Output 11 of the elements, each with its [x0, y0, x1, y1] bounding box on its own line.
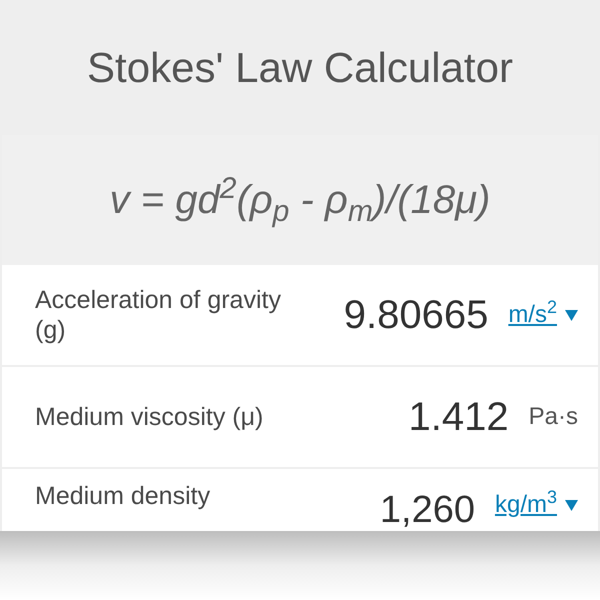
unit-label: Pa·s — [528, 405, 578, 429]
value-field[interactable]: 1,260 — [290, 491, 475, 529]
formula: v = gd$^{2}$(ρ$_{p}$ - ρ$_{m}$)/(18μ) — [110, 171, 490, 230]
value-field[interactable]: 9.80665 — [290, 295, 488, 335]
field-label: Acceleration of gravity (g) — [35, 285, 282, 345]
value-field[interactable]: 1.412 — [290, 397, 509, 437]
caret-icon — [565, 500, 578, 510]
field-label: Medium viscosity (μ) — [35, 402, 264, 432]
caret-icon — [565, 310, 578, 320]
calculator-title: Stokes' Law Calculator — [87, 46, 513, 88]
field-label: Medium density — [35, 481, 212, 511]
